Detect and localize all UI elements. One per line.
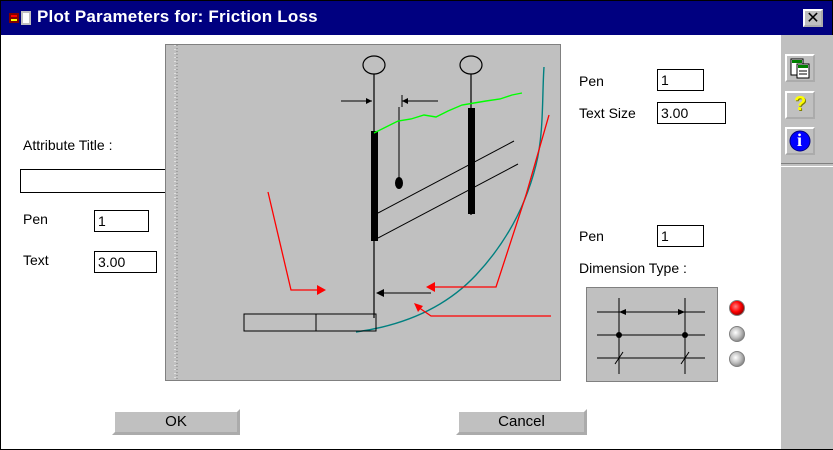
left-pen-label: Pen — [23, 211, 48, 227]
help-icon: ? — [794, 93, 807, 115]
dimension-type-radio-1[interactable] — [729, 300, 745, 316]
diagram-drawing — [243, 55, 551, 333]
dialog-window: Plot Parameters for: Friction Loss ✕ ? i… — [0, 0, 833, 450]
cancel-button[interactable]: Cancel — [456, 409, 587, 435]
ok-button[interactable]: OK — [112, 409, 240, 435]
green-curve — [373, 92, 523, 134]
red-curve-left — [267, 191, 321, 291]
pile-head-right — [459, 55, 483, 75]
text-size-input[interactable] — [657, 102, 726, 124]
info-icon-glyph: i — [797, 130, 803, 150]
base-bar — [243, 313, 377, 332]
pile-head-left — [362, 55, 386, 75]
text-label: Text — [23, 252, 49, 268]
text-size-label: Text Size — [579, 105, 636, 121]
pile-thick-right — [468, 108, 475, 214]
dimension-type-radio-3[interactable] — [729, 351, 745, 367]
dimension-type-preview — [586, 287, 718, 382]
side-toolbar: ? i — [780, 35, 833, 449]
dimension-type-radio-2[interactable] — [729, 326, 745, 342]
right-top-pen-input[interactable] — [657, 69, 704, 91]
app-icon — [9, 11, 31, 25]
copy-button[interactable] — [785, 54, 815, 82]
pile-thick-left — [371, 131, 378, 241]
window-title: Plot Parameters for: Friction Loss — [37, 7, 318, 26]
text-size-input-left[interactable] — [94, 251, 157, 273]
friction-loss-diagram — [165, 44, 561, 381]
close-icon: ✕ — [806, 8, 820, 27]
black-arrowhead — [376, 289, 384, 297]
dim-arrowhead-left — [366, 98, 372, 104]
red-arrowhead-bottom — [414, 303, 423, 312]
help-button[interactable]: ? — [785, 91, 815, 119]
copy-icon — [790, 58, 810, 79]
red-arrowhead-left — [317, 285, 326, 295]
info-button[interactable]: i — [785, 127, 815, 155]
right-top-pen-label: Pen — [579, 73, 604, 89]
dimension-type-label: Dimension Type : — [579, 260, 687, 276]
dimension-styles-drawing — [597, 298, 705, 374]
red-line-bottom — [417, 306, 551, 317]
dim-arrowhead-right — [402, 98, 408, 104]
left-pen-input[interactable] — [94, 210, 149, 232]
red-arrowhead-right — [426, 282, 435, 292]
attribute-title-label: Attribute Title : — [23, 137, 113, 153]
toolbar-separator — [781, 163, 833, 167]
close-button[interactable]: ✕ — [803, 9, 823, 27]
right-bottom-pen-input[interactable] — [657, 225, 704, 247]
plumb-bob — [395, 177, 403, 189]
title-bar[interactable]: Plot Parameters for: Friction Loss ✕ — [1, 1, 832, 35]
right-bottom-pen-label: Pen — [579, 228, 604, 244]
